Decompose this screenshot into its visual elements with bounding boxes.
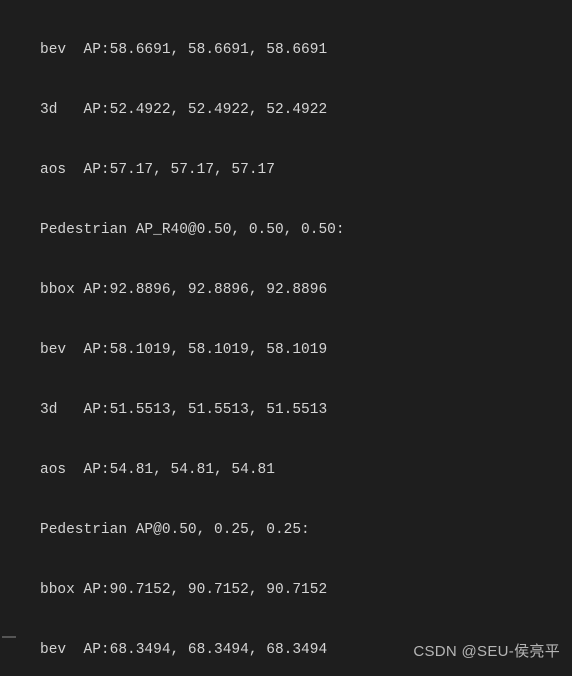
output-line: bbox AP:90.7152, 90.7152, 90.7152 (40, 580, 572, 600)
code-area[interactable]: bev AP:58.6691, 58.6691, 58.6691 3d AP:5… (24, 0, 572, 676)
watermark-text: CSDN @SEU-侯亮平 (413, 642, 560, 662)
output-line: bev AP:58.6691, 58.6691, 58.6691 (40, 40, 572, 60)
gutter-mark (2, 636, 16, 638)
editor-pane: bev AP:58.6691, 58.6691, 58.6691 3d AP:5… (0, 0, 572, 676)
output-line: Pedestrian AP@0.50, 0.25, 0.25: (40, 520, 572, 540)
output-line: bev AP:58.1019, 58.1019, 58.1019 (40, 340, 572, 360)
output-line: 3d AP:52.4922, 52.4922, 52.4922 (40, 100, 572, 120)
output-line: 3d AP:51.5513, 51.5513, 51.5513 (40, 400, 572, 420)
output-line: aos AP:54.81, 54.81, 54.81 (40, 460, 572, 480)
output-line: bbox AP:92.8896, 92.8896, 92.8896 (40, 280, 572, 300)
gutter (0, 0, 24, 676)
output-line: Pedestrian AP_R40@0.50, 0.50, 0.50: (40, 220, 572, 240)
output-line: aos AP:57.17, 57.17, 57.17 (40, 160, 572, 180)
